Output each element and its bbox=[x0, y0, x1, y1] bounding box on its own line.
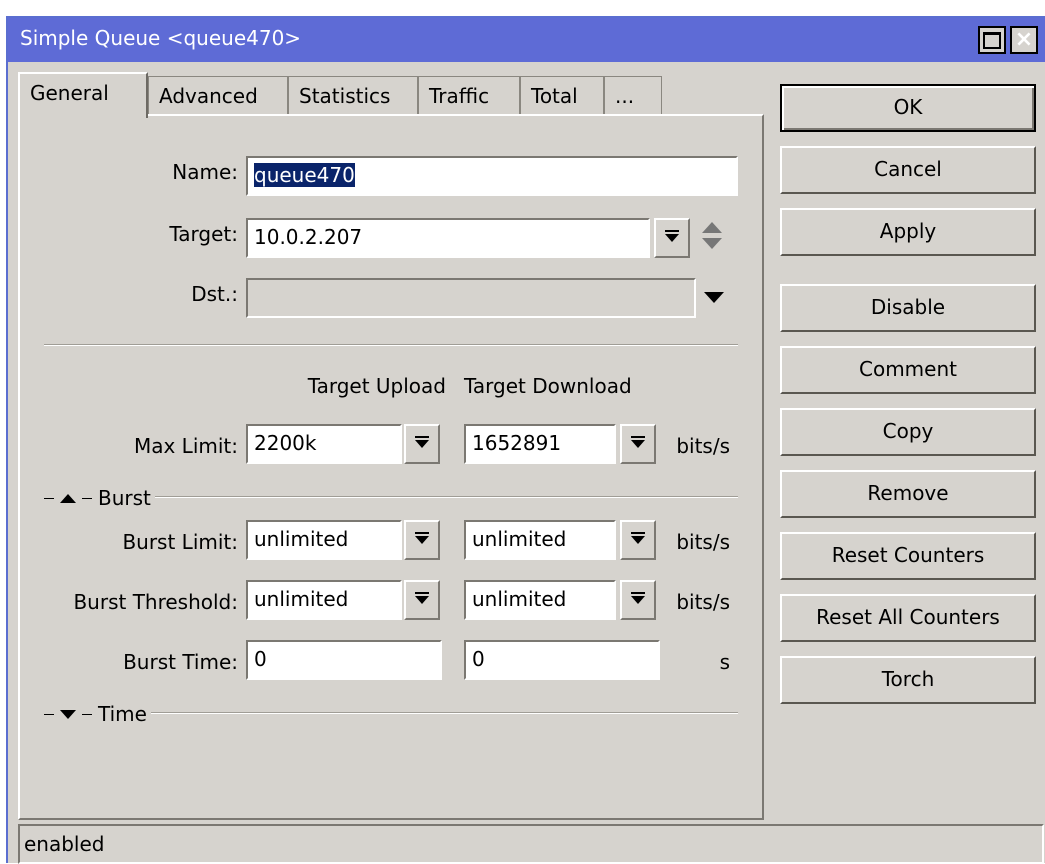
window-title: Simple Queue <queue470> bbox=[20, 26, 302, 50]
remove-button[interactable]: Remove bbox=[780, 470, 1036, 518]
collapse-icon bbox=[60, 493, 76, 503]
close-icon: × bbox=[1014, 27, 1034, 52]
col-target-upload: Target Upload bbox=[307, 374, 446, 398]
burst-threshold-upload-dropdown[interactable] bbox=[404, 580, 440, 620]
burst-threshold-label: Burst Threshold: bbox=[73, 590, 238, 614]
dropdown-arrow-icon bbox=[415, 436, 429, 448]
expand-icon bbox=[60, 709, 76, 719]
dropdown-arrow-icon bbox=[415, 532, 429, 544]
col-target-download: Target Download bbox=[464, 374, 632, 398]
reset-counters-button[interactable]: Reset Counters bbox=[780, 532, 1036, 580]
target-dropdown-button[interactable] bbox=[654, 218, 690, 258]
comment-button[interactable]: Comment bbox=[780, 346, 1036, 394]
burst-limit-upload-dropdown[interactable] bbox=[404, 520, 440, 560]
burst-threshold-unit: bits/s bbox=[676, 590, 730, 614]
dropdown-arrow-icon bbox=[631, 532, 645, 544]
target-input[interactable]: 10.0.2.207 bbox=[246, 218, 650, 258]
title-bar[interactable]: Simple Queue <queue470> × bbox=[8, 18, 1045, 62]
max-limit-upload-input[interactable]: 2200k bbox=[246, 424, 402, 464]
dropdown-arrow-icon bbox=[631, 592, 645, 604]
burst-time-label: Burst Time: bbox=[123, 650, 238, 674]
maximize-button[interactable] bbox=[978, 26, 1006, 54]
status-bar: enabled bbox=[18, 824, 1044, 864]
burst-limit-upload-input[interactable]: unlimited bbox=[246, 520, 402, 560]
name-input[interactable]: queue470 bbox=[246, 156, 738, 196]
dst-input[interactable] bbox=[246, 278, 696, 318]
tab-total[interactable]: Total bbox=[520, 76, 604, 116]
general-panel: Name: queue470 Target: 10.0.2.207 Dst.: … bbox=[18, 114, 764, 820]
close-button[interactable]: × bbox=[1010, 26, 1038, 54]
burst-limit-unit: bits/s bbox=[676, 530, 730, 554]
name-value: queue470 bbox=[254, 163, 355, 187]
ok-button[interactable]: OK bbox=[780, 84, 1036, 132]
target-updown-icon[interactable] bbox=[702, 220, 722, 254]
dropdown-arrow-icon bbox=[631, 436, 645, 448]
simple-queue-window: Simple Queue <queue470> × General Advanc… bbox=[6, 16, 1045, 864]
max-limit-unit: bits/s bbox=[676, 434, 730, 458]
tab-statistics[interactable]: Statistics bbox=[288, 76, 418, 116]
dash bbox=[44, 713, 54, 715]
copy-button[interactable]: Copy bbox=[780, 408, 1036, 456]
burst-group-toggle[interactable]: Burst bbox=[40, 486, 155, 510]
separator bbox=[44, 344, 738, 346]
dst-dropdown-icon[interactable] bbox=[704, 292, 724, 303]
dropdown-arrow-icon bbox=[665, 230, 679, 242]
dash bbox=[82, 497, 92, 499]
burst-threshold-upload-input[interactable]: unlimited bbox=[246, 580, 402, 620]
burst-limit-download-input[interactable]: unlimited bbox=[464, 520, 616, 560]
target-label: Target: bbox=[169, 222, 238, 246]
time-group-toggle[interactable]: Time bbox=[40, 702, 151, 726]
burst-time-download-input[interactable]: 0 bbox=[464, 640, 660, 680]
burst-group-title: Burst bbox=[98, 486, 151, 510]
disable-button[interactable]: Disable bbox=[780, 284, 1036, 332]
burst-threshold-download-input[interactable]: unlimited bbox=[464, 580, 616, 620]
tab-general[interactable]: General bbox=[18, 72, 148, 118]
dash bbox=[44, 497, 54, 499]
burst-time-unit: s bbox=[719, 650, 730, 674]
max-limit-upload-dropdown[interactable] bbox=[404, 424, 440, 464]
tab-advanced[interactable]: Advanced bbox=[148, 76, 288, 116]
torch-button[interactable]: Torch bbox=[780, 656, 1036, 704]
reset-all-counters-button[interactable]: Reset All Counters bbox=[780, 594, 1036, 642]
apply-button[interactable]: Apply bbox=[780, 208, 1036, 256]
dropdown-arrow-icon bbox=[415, 592, 429, 604]
max-limit-label: Max Limit: bbox=[133, 434, 238, 458]
burst-threshold-download-dropdown[interactable] bbox=[620, 580, 656, 620]
time-group-title: Time bbox=[98, 702, 147, 726]
max-limit-download-input[interactable]: 1652891 bbox=[464, 424, 616, 464]
burst-limit-download-dropdown[interactable] bbox=[620, 520, 656, 560]
max-limit-download-dropdown[interactable] bbox=[620, 424, 656, 464]
dst-label: Dst.: bbox=[191, 282, 238, 306]
burst-time-upload-input[interactable]: 0 bbox=[246, 640, 442, 680]
tab-traffic[interactable]: Traffic bbox=[418, 76, 520, 116]
tab-more[interactable]: ... bbox=[604, 76, 662, 116]
name-label: Name: bbox=[172, 160, 238, 184]
dash bbox=[82, 713, 92, 715]
burst-limit-label: Burst Limit: bbox=[122, 530, 238, 554]
cancel-button[interactable]: Cancel bbox=[780, 146, 1036, 194]
